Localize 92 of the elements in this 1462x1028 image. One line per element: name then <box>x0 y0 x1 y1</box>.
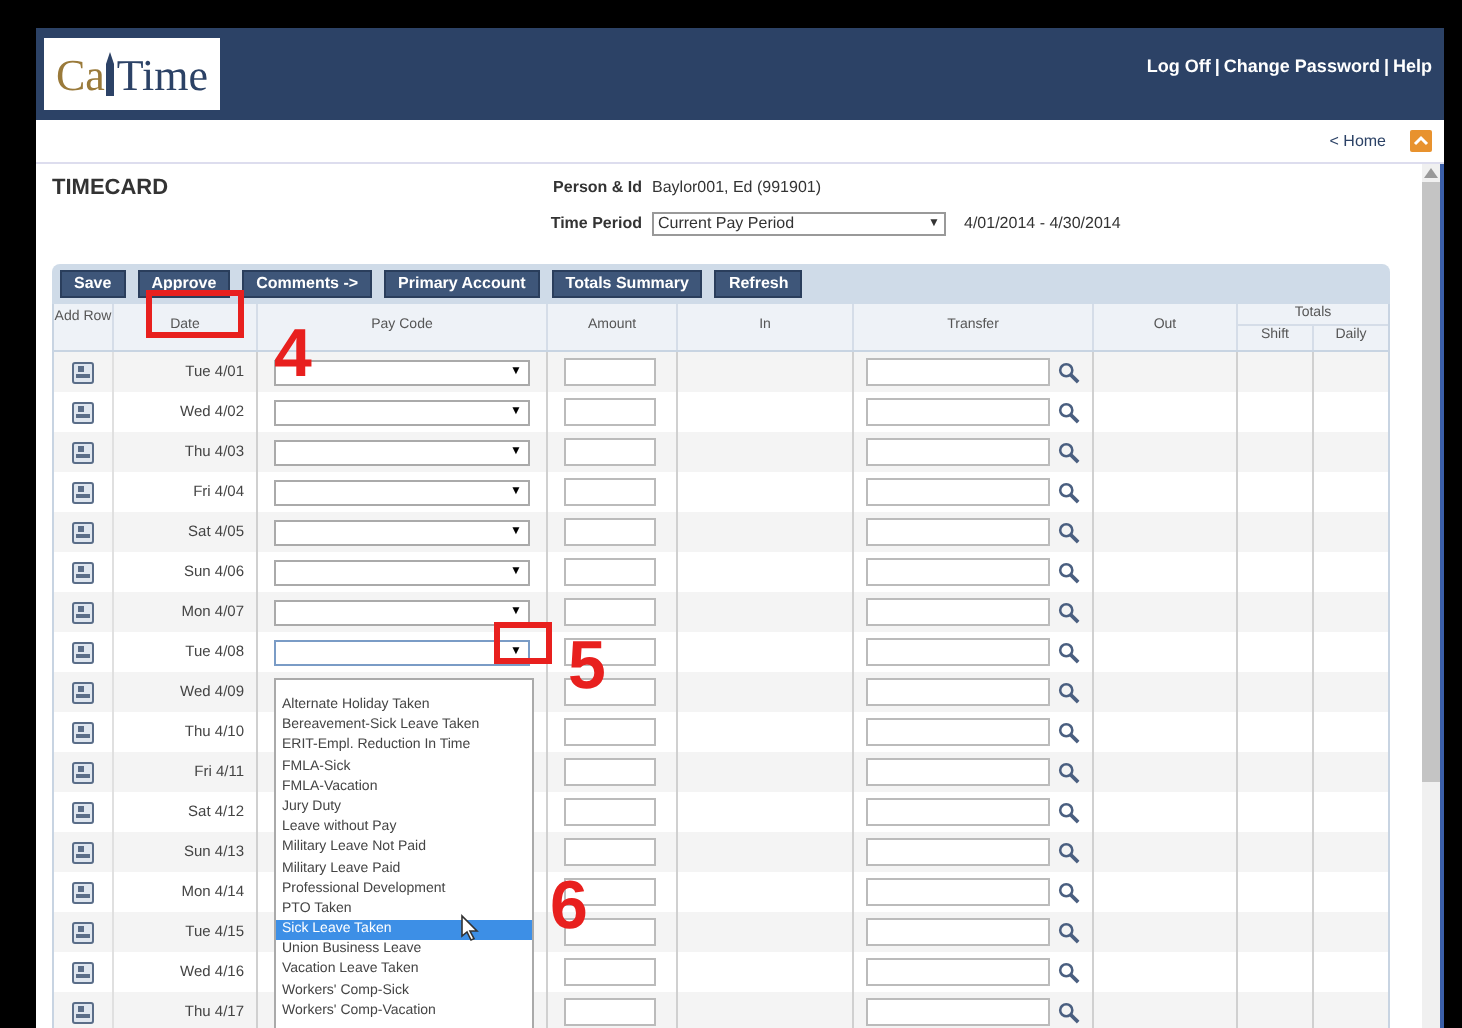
add-row-icon[interactable] <box>72 881 94 903</box>
tower-icon <box>104 52 117 96</box>
toolbar-button[interactable]: Primary Account <box>384 270 540 298</box>
logo-text: Time <box>116 47 209 103</box>
home-link[interactable]: < Home <box>1329 129 1386 153</box>
field-label: Person & Id <box>551 176 642 200</box>
logo-text: Ca <box>55 47 105 103</box>
search-icon[interactable] <box>1058 841 1080 863</box>
transfer-field[interactable] <box>866 638 1050 666</box>
amount-field[interactable] <box>564 598 656 626</box>
toolbar-button[interactable]: Comments -> <box>242 270 373 298</box>
transfer-field[interactable] <box>866 958 1050 986</box>
add-row-icon[interactable] <box>72 921 94 943</box>
amount-field[interactable] <box>564 838 656 866</box>
transfer-field[interactable] <box>866 358 1050 386</box>
amount-field[interactable] <box>564 398 656 426</box>
add-row-icon[interactable] <box>72 721 94 743</box>
search-icon[interactable] <box>1058 561 1080 583</box>
search-icon[interactable] <box>1058 521 1080 543</box>
link-separator: | <box>1383 54 1389 81</box>
collapse-icon[interactable] <box>1410 130 1432 152</box>
field-label: Time Period <box>548 212 642 236</box>
amount-field[interactable] <box>564 758 656 786</box>
add-row-icon[interactable] <box>72 601 94 623</box>
search-icon[interactable] <box>1058 481 1080 503</box>
amount-field[interactable] <box>564 518 656 546</box>
amount-field[interactable] <box>564 998 656 1026</box>
amount-field[interactable] <box>564 478 656 506</box>
transfer-field[interactable] <box>866 838 1050 866</box>
step-number: 6 <box>550 872 588 940</box>
search-icon[interactable] <box>1058 921 1080 943</box>
toolbar-button[interactable]: Save <box>60 270 126 298</box>
transfer-field[interactable] <box>866 558 1050 586</box>
amount-field[interactable] <box>564 718 656 746</box>
search-icon[interactable] <box>1058 801 1080 823</box>
search-icon[interactable] <box>1058 961 1080 983</box>
header-link[interactable]: Help <box>1392 54 1432 82</box>
search-icon[interactable] <box>1058 361 1080 383</box>
transfer-field[interactable] <box>866 678 1050 706</box>
add-row-icon[interactable] <box>72 441 94 463</box>
transfer-field[interactable] <box>866 758 1050 786</box>
search-icon[interactable] <box>1058 761 1080 783</box>
add-row-icon[interactable] <box>72 841 94 863</box>
search-icon[interactable] <box>1058 721 1080 743</box>
page-title: TIMECARD <box>52 174 171 204</box>
add-row-icon[interactable] <box>72 401 94 423</box>
add-row-icon[interactable] <box>72 361 94 383</box>
scrollbar-thumb[interactable] <box>1422 182 1440 782</box>
toolbar-button[interactable]: Totals Summary <box>551 270 703 298</box>
toolbar-button[interactable]: Refresh <box>714 270 803 298</box>
amount-field[interactable] <box>564 958 656 986</box>
add-row-icon[interactable] <box>72 681 94 703</box>
transfer-field[interactable] <box>866 438 1050 466</box>
amount-field[interactable] <box>564 558 656 586</box>
step-number: 5 <box>568 632 606 700</box>
add-row-icon[interactable] <box>72 801 94 823</box>
add-row-icon[interactable] <box>72 561 94 583</box>
header-link[interactable]: Log Off <box>1146 54 1211 82</box>
transfer-field[interactable] <box>866 798 1050 826</box>
cursor-icon <box>460 914 480 942</box>
search-icon[interactable] <box>1058 401 1080 423</box>
person-value: Baylor001, Ed (991901) <box>652 176 821 200</box>
search-icon[interactable] <box>1058 441 1080 463</box>
link-separator: | <box>1214 54 1220 81</box>
add-row-icon[interactable] <box>72 1001 94 1023</box>
search-icon[interactable] <box>1058 1001 1080 1023</box>
transfer-field[interactable] <box>866 998 1050 1026</box>
date-range: 4/01/2014 - 4/30/2014 <box>964 212 1121 236</box>
amount-field[interactable] <box>564 438 656 466</box>
search-icon[interactable] <box>1058 881 1080 903</box>
scroll-up-icon[interactable] <box>1424 168 1438 178</box>
highlight-frame <box>146 290 244 338</box>
scrollbar[interactable] <box>1422 164 1444 1028</box>
add-row-icon[interactable] <box>72 961 94 983</box>
transfer-field[interactable] <box>866 398 1050 426</box>
transfer-field[interactable] <box>866 478 1050 506</box>
transfer-field[interactable] <box>866 878 1050 906</box>
transfer-field[interactable] <box>866 598 1050 626</box>
transfer-field[interactable] <box>866 518 1050 546</box>
add-row-icon[interactable] <box>72 481 94 503</box>
add-row-icon[interactable] <box>72 761 94 783</box>
search-icon[interactable] <box>1058 681 1080 703</box>
transfer-field[interactable] <box>866 918 1050 946</box>
amount-field[interactable] <box>564 798 656 826</box>
transfer-field[interactable] <box>866 718 1050 746</box>
search-icon[interactable] <box>1058 601 1080 623</box>
add-row-icon[interactable] <box>72 641 94 663</box>
highlight-frame <box>494 622 552 664</box>
amount-field[interactable] <box>564 358 656 386</box>
add-row-icon[interactable] <box>72 521 94 543</box>
search-icon[interactable] <box>1058 641 1080 663</box>
header-link[interactable]: Change Password <box>1223 54 1380 82</box>
